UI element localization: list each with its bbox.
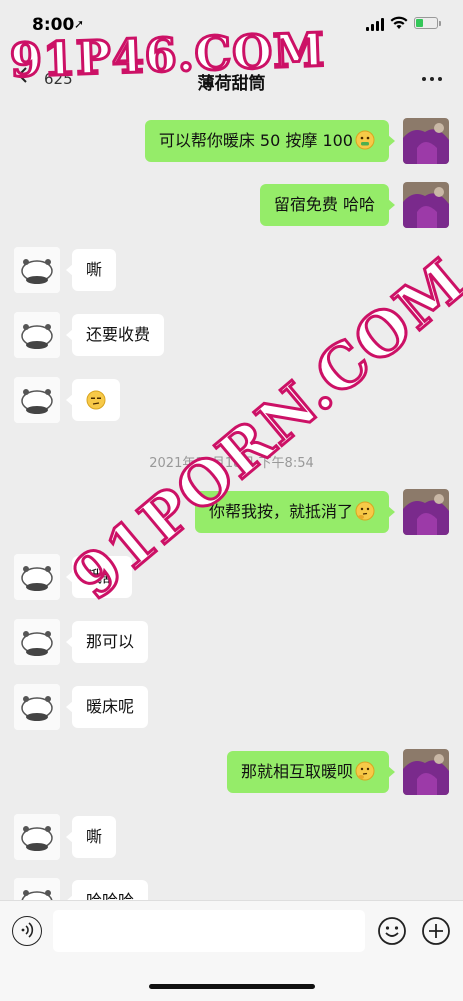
message-text: 留宿免费 哈哈: [273, 195, 375, 214]
thinking-emoji-icon: [355, 761, 375, 781]
battery-icon: [414, 17, 438, 29]
smiley-icon: [378, 917, 406, 945]
message-text: 哈哈哈: [86, 891, 134, 900]
message-bubble-received[interactable]: 嘶: [65, 249, 117, 291]
message-input[interactable]: [53, 910, 365, 952]
message-text: 那就相互取暖呗: [240, 762, 353, 781]
message-row: 留宿免费 哈哈: [0, 182, 463, 232]
my-avatar[interactable]: [403, 182, 449, 228]
plus-icon: [422, 917, 450, 945]
message-row: 可以帮你暖床 50 按摩 100: [0, 118, 463, 168]
battery-tip: [439, 21, 441, 26]
money-mouth-emoji-icon: [355, 130, 375, 150]
contact-avatar[interactable]: [14, 878, 60, 900]
contact-avatar[interactable]: [14, 554, 60, 600]
contact-avatar[interactable]: [14, 684, 60, 730]
home-indicator: [149, 984, 315, 989]
voice-input-button[interactable]: [12, 916, 42, 946]
cellular-signal-icon: [366, 17, 386, 31]
more-options-button[interactable]: [418, 70, 448, 86]
thinking-emoji-icon: [355, 501, 375, 521]
message-bubble-received[interactable]: 嘶: [65, 816, 117, 858]
message-bubble-received[interactable]: 还要收费: [65, 314, 165, 356]
message-bubble-received[interactable]: [66, 379, 120, 421]
watermark-top: 91P46.COM: [8, 21, 328, 89]
message-text: 那可以: [86, 632, 135, 651]
contact-avatar[interactable]: [14, 312, 60, 358]
message-text: 嘶: [86, 260, 103, 279]
my-avatar[interactable]: [403, 489, 449, 535]
message-text: 嘶: [86, 827, 103, 846]
message-bubble-sent[interactable]: 留宿免费 哈哈: [259, 184, 396, 226]
message-bubble-received[interactable]: 那可以: [65, 621, 149, 663]
unamused-emoji-icon: [86, 390, 106, 410]
my-avatar[interactable]: [403, 118, 449, 164]
message-row: 暖床呢: [0, 684, 463, 734]
wifi-icon: [390, 15, 408, 31]
message-text: 暖床呢: [86, 697, 135, 716]
message-row: 哈哈哈: [0, 878, 463, 900]
message-text: 可以帮你暖床 50 按摩 100: [158, 131, 353, 150]
message-bubble-sent[interactable]: 那就相互取暖呗: [226, 751, 396, 793]
message-bubble-received[interactable]: 暖床呢: [65, 686, 149, 728]
voice-icon: [21, 922, 34, 938]
my-avatar[interactable]: [403, 749, 449, 795]
message-bubble-received[interactable]: 哈哈哈: [65, 880, 149, 900]
contact-avatar[interactable]: [14, 247, 60, 293]
emoji-button[interactable]: [377, 916, 407, 946]
message-text: 还要收费: [86, 325, 151, 344]
message-row: 那可以: [0, 619, 463, 669]
contact-avatar[interactable]: [14, 814, 60, 860]
contact-avatar[interactable]: [14, 619, 60, 665]
message-row: 嘶: [0, 814, 463, 864]
more-functions-button[interactable]: [421, 916, 451, 946]
location-arrow-icon: ➚: [74, 17, 85, 31]
message-bubble-sent[interactable]: 可以帮你暖床 50 按摩 100: [144, 120, 396, 162]
contact-avatar[interactable]: [14, 377, 60, 423]
message-row: 那就相互取暖呗: [0, 749, 463, 799]
